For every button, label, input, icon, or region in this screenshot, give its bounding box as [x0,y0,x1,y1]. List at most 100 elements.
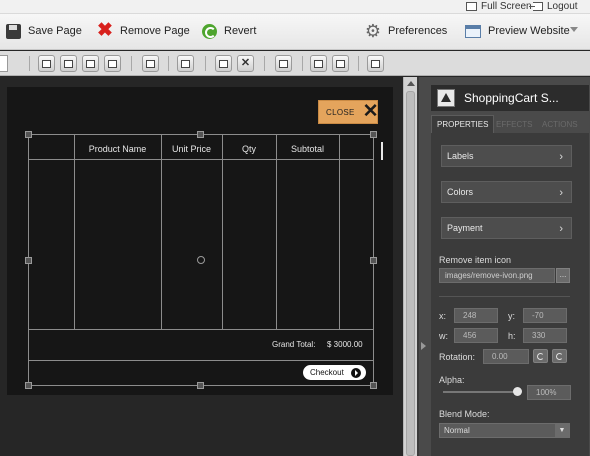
tool-arrange-icon[interactable] [104,55,121,72]
tool-magnet-icon[interactable] [367,55,384,72]
y-label: y: [508,311,516,321]
h-input[interactable]: 330 [523,328,567,343]
tab-effects[interactable]: EFFECTS [491,115,537,133]
tab-properties[interactable]: PROPERTIES [431,115,495,133]
tool-partial[interactable] [0,55,8,72]
browse-button[interactable]: ... [556,268,570,283]
logout-label: Logout [547,1,578,12]
tool-frame-icon[interactable] [177,55,194,72]
panel-title: ShoppingCart S... [464,91,559,105]
blend-mode-value: Normal [444,426,470,435]
resize-handle-se[interactable] [370,382,377,389]
resize-handle-sw[interactable] [25,382,32,389]
close-label: CLOSE [326,107,355,117]
chevron-right-icon: › [559,187,563,199]
alpha-input[interactable]: 100% [527,385,571,400]
save-page-button[interactable]: Save Page [4,22,82,40]
rotation-center-point[interactable] [197,256,205,264]
tool-group-icon[interactable] [38,55,55,72]
blend-mode-label: Blend Mode: [439,409,490,419]
remove-page-button[interactable]: ✖ Remove Page [96,21,190,40]
logout-link[interactable]: Logout [529,1,578,12]
body-divider [29,329,373,330]
collapse-panel-icon[interactable] [421,342,426,350]
divider [29,56,30,71]
footer-divider [29,360,373,361]
revert-label: Revert [224,25,257,37]
tool-link-icon[interactable] [332,55,349,72]
tool-crop-icon[interactable] [142,55,159,72]
rotation-label: Rotation: [439,352,476,362]
chevron-right-icon: › [559,223,563,235]
checkout-button[interactable]: Checkout [303,365,366,380]
divider [302,56,303,71]
checkout-label: Checkout [310,368,344,377]
resize-handle-ne[interactable] [370,131,377,138]
chevron-down-icon: ▼ [555,424,569,437]
fullscreen-icon [466,2,477,11]
chevron-down-icon[interactable] [570,27,578,32]
revert-button[interactable]: Revert [200,22,256,40]
tool-delete-icon[interactable]: ✕ [237,55,254,72]
preview-website-button[interactable]: Preview Website [464,22,570,40]
payment-section-button[interactable]: Payment › [441,217,572,239]
column-divider [276,135,277,329]
header-product-name: Product Name [88,144,147,154]
panel-body: Labels › Colors › Payment › [431,133,589,456]
y-input[interactable]: -70 [523,308,567,323]
w-input[interactable]: 456 [454,328,498,343]
tab-actions[interactable]: ACTIONS [537,115,583,133]
alpha-label: Alpha: [439,375,465,385]
rotation-input[interactable]: 0.00 [483,349,529,364]
vertical-scrollbar[interactable] [403,77,417,456]
resize-handle-w[interactable] [25,257,32,264]
remove-icon-label: Remove item icon [439,255,512,265]
rotate-left-icon[interactable] [533,349,548,363]
tool-bring-forward-icon[interactable] [60,55,77,72]
resize-handle-n[interactable] [197,131,204,138]
close-button[interactable]: CLOSE ✕ [318,100,379,124]
rotate-right-icon[interactable] [552,349,567,363]
grand-total-value: $ 3000.00 [327,340,363,349]
labels-section-button[interactable]: Labels › [441,145,572,167]
colors-section-button[interactable]: Colors › [441,181,572,203]
payment-section-label: Payment [447,223,483,233]
grand-total-label: Grand Total: [272,340,316,349]
fullscreen-link[interactable]: Full Screen [466,1,532,12]
logout-icon [529,2,543,11]
scroll-up-icon[interactable] [407,81,415,86]
header-divider [29,159,373,160]
arrow-right-icon [350,367,361,378]
cart-scrollbar[interactable] [381,142,383,160]
x-input[interactable]: 248 [454,308,498,323]
header-qty: Qty [241,144,256,154]
resize-handle-s[interactable] [197,382,204,389]
alpha-slider-knob[interactable] [513,387,522,396]
column-divider [339,135,340,329]
header-subtotal: Subtotal [290,144,325,154]
alpha-slider-track[interactable] [443,391,521,393]
remove-icon-input[interactable]: images/remove-ivon.png [439,268,555,283]
revert-icon [200,22,218,40]
preview-icon [464,22,482,40]
tool-settings-icon[interactable] [215,55,232,72]
resize-handle-nw[interactable] [25,131,32,138]
save-page-label: Save Page [28,25,82,37]
blend-mode-select[interactable]: Normal ▼ [439,423,570,438]
preferences-button[interactable]: ⚙ Preferences [364,22,447,40]
divider [358,56,359,71]
gear-icon: ⚙ [364,21,382,41]
save-icon [4,22,22,40]
scroll-thumb[interactable] [406,91,415,456]
tool-grid-icon[interactable] [275,55,292,72]
chevron-right-icon: › [559,151,563,163]
w-label: w: [439,331,448,341]
resize-handle-e[interactable] [370,257,377,264]
tool-lock-icon[interactable] [310,55,327,72]
labels-section-label: Labels [447,151,474,161]
divider [131,56,132,71]
x-label: x: [439,311,447,321]
divider [205,56,206,71]
tool-send-backward-icon[interactable] [82,55,99,72]
preferences-label: Preferences [388,25,448,37]
